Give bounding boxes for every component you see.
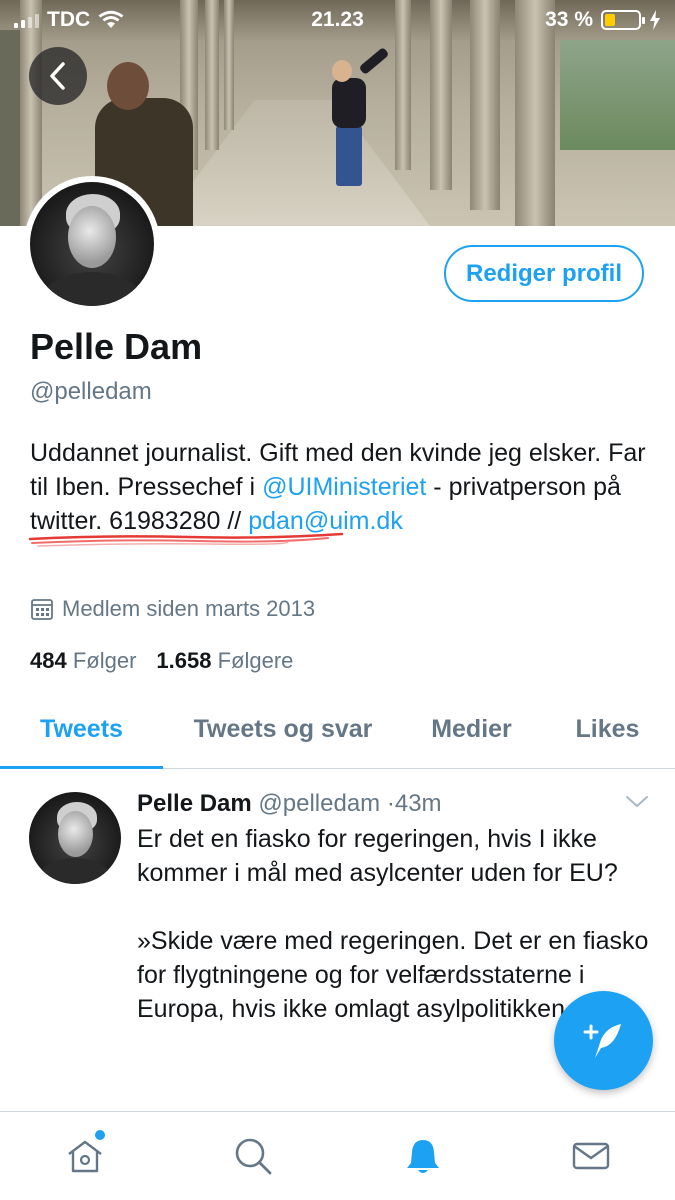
tweet-author-name[interactable]: Pelle Dam	[137, 790, 252, 817]
tweet-avatar[interactable]	[29, 792, 121, 884]
followers-count: 1.658	[156, 648, 212, 673]
following-link[interactable]: 484 Følger	[30, 648, 136, 674]
battery-percent: 33 %	[545, 8, 593, 31]
chevron-down-icon[interactable]	[625, 794, 649, 810]
joined-label: Medlem siden marts 2013	[62, 596, 316, 621]
tweet-separator: ·	[386, 790, 395, 817]
tab-tweets[interactable]: Tweets	[0, 690, 163, 769]
notifications-icon	[407, 1140, 439, 1173]
nav-messages[interactable]	[569, 1134, 613, 1178]
profile-handle: @pelledam	[30, 378, 152, 405]
battery-icon	[601, 10, 645, 30]
calendar-icon	[31, 599, 53, 620]
joined-date: Medlem siden marts 2013	[30, 596, 315, 622]
profile-tabs: Tweets Tweets og svar Medier Likes	[0, 690, 675, 769]
back-button[interactable]	[29, 47, 87, 105]
unread-dot	[95, 1130, 105, 1140]
follow-counts: 484 Følger 1.658 Følgere	[30, 648, 293, 674]
home-icon	[68, 1140, 102, 1173]
bottom-tab-bar	[0, 1111, 675, 1200]
following-label: Følger	[72, 648, 137, 673]
profile-bio: Uddannet journalist. Gift med den kvinde…	[30, 436, 655, 538]
nav-search[interactable]	[231, 1134, 275, 1178]
profile-avatar[interactable]	[24, 176, 160, 312]
edit-profile-button[interactable]: Rediger profil	[444, 245, 644, 302]
profile-name: Pelle Dam	[30, 326, 203, 367]
tweet-author-handle[interactable]: @pelledam	[258, 790, 380, 817]
nav-notifications[interactable]	[401, 1134, 445, 1178]
mention-link[interactable]: @UIMinisteriet	[262, 473, 426, 501]
followers-label: Følgere	[217, 648, 294, 673]
tweet-time: 43m	[394, 790, 442, 817]
tab-media[interactable]: Medier	[403, 690, 540, 768]
followers-link[interactable]: 1.658 Følgere	[156, 648, 293, 674]
compose-tweet-button[interactable]	[554, 991, 653, 1090]
tab-tweets-and-replies[interactable]: Tweets og svar	[163, 690, 403, 768]
tweet-text: Er det en fiasko for regeringen, hvis I …	[137, 825, 649, 1023]
compose-feather-icon	[583, 1023, 621, 1058]
status-bar: TDC 21.23 33 %	[0, 0, 675, 38]
red-underline-annotation	[28, 532, 344, 547]
search-icon	[235, 1138, 272, 1175]
nav-home[interactable]	[63, 1130, 107, 1178]
tab-likes[interactable]: Likes	[540, 690, 675, 768]
messages-icon	[572, 1142, 610, 1170]
charging-bolt-icon	[650, 10, 660, 30]
tweet-header: Pelle Dam @pelledam ·43m	[137, 790, 442, 818]
chevron-left-icon	[50, 62, 65, 90]
following-count: 484	[30, 648, 67, 673]
